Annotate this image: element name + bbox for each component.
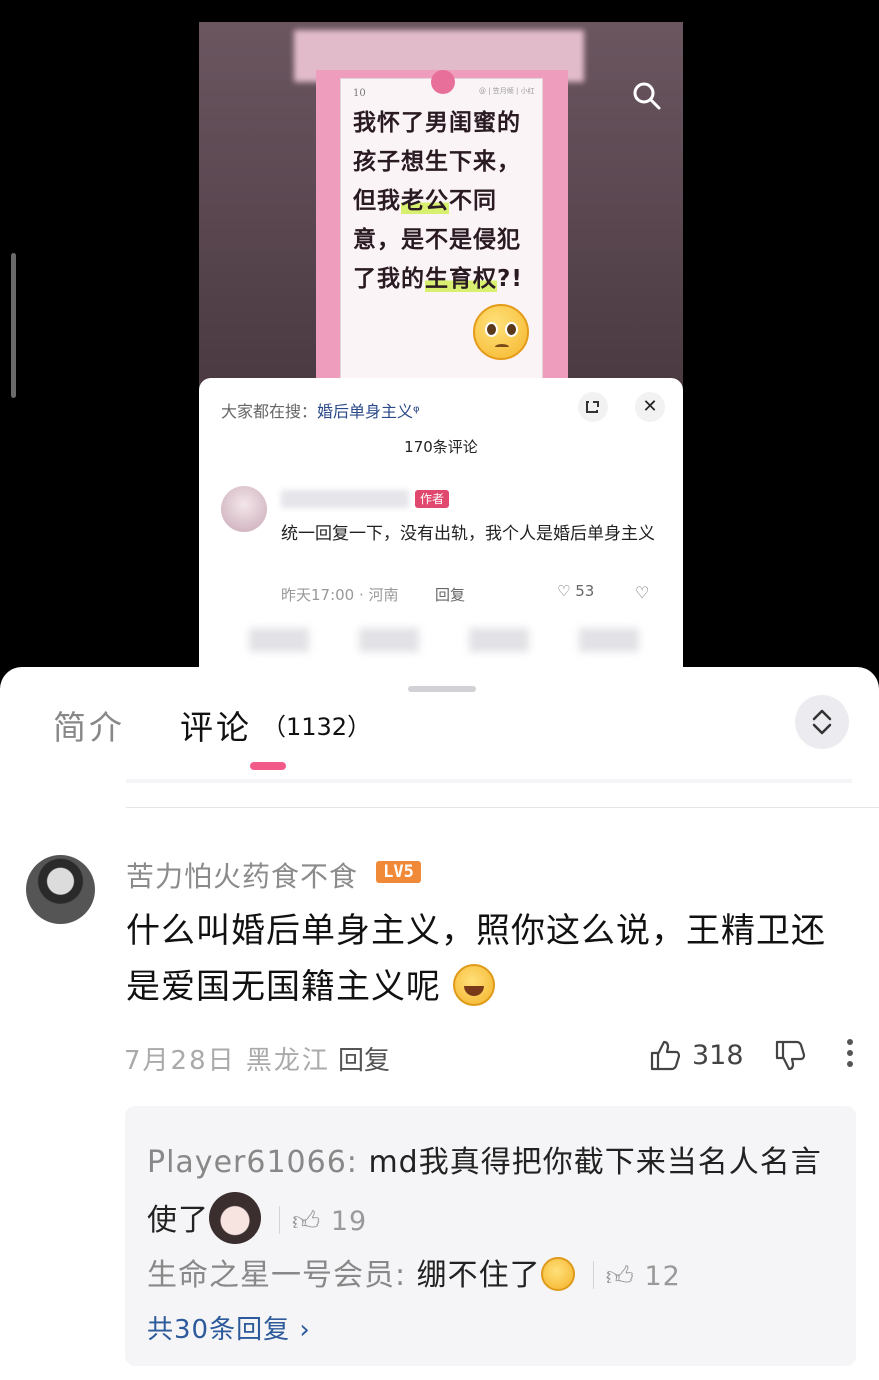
scroll-handle[interactable] xyxy=(11,253,16,398)
rolling-laugh-emoji-icon xyxy=(540,1257,575,1291)
author-badge: 作者 xyxy=(415,490,450,508)
poster-date: 10 xyxy=(353,88,366,99)
tab-comments-count: （1132） xyxy=(262,713,372,741)
avatar[interactable] xyxy=(221,486,267,532)
search-icon[interactable] xyxy=(631,80,663,112)
more-options-icon[interactable] xyxy=(843,1039,857,1071)
divider xyxy=(126,807,879,808)
like-count: 318 xyxy=(692,1040,744,1071)
level-badge: LV5 xyxy=(376,861,421,883)
inner-reply-button[interactable]: 回复 xyxy=(435,584,465,605)
reply-button[interactable]: 回复 xyxy=(338,1040,390,1077)
reply-like-button[interactable]: 👍︎ 12 xyxy=(606,1261,681,1293)
anime-sticker-icon xyxy=(209,1192,261,1244)
drag-handle[interactable] xyxy=(408,686,476,692)
inner-comment-text: 统一回复一下，没有出轨，我个人是婚后单身主义 xyxy=(281,524,655,544)
sheet-comment-count: 170条评论 xyxy=(404,438,478,456)
avatar[interactable] xyxy=(26,855,95,924)
heart-icon: ♡ xyxy=(557,582,571,600)
inner-comment-meta: 昨天17:00 · 河南 xyxy=(281,586,399,604)
laughing-emoji-icon xyxy=(452,964,495,1006)
broken-heart-icon[interactable]: ♡ xyxy=(635,583,649,602)
tab-intro[interactable]: 简介 xyxy=(53,701,125,749)
reply-item[interactable]: 生命之星一号会员: 绷不住了 👍︎ 12 xyxy=(147,1250,681,1294)
comment-text: 什么叫婚后单身主义，照你这么说，王精卫还是爱国无国籍主义呢 xyxy=(126,911,826,1007)
reply-item[interactable]: Player61066: md我真得把你截下来当名人名言使了 👍︎ 19 xyxy=(147,1134,827,1251)
pleading-face-icon xyxy=(473,304,529,360)
comment-sheet: 大家都在搜：婚后单身主义ᵠ ✕ 170条评论 作者 统一回复一下，没有出轨，我个… xyxy=(199,378,683,668)
screen: 10 @ | 笠月倾 | 小红 我怀了男闺蜜的孩子想生下来，但我老公不同意，是不… xyxy=(0,0,879,1380)
poster-meta: @ | 笠月倾 | 小红 xyxy=(479,87,535,95)
view-more-replies-link[interactable]: 共30条回复 › xyxy=(147,1309,311,1346)
thumbs-up-icon[interactable] xyxy=(648,1035,682,1075)
tab-indicator xyxy=(250,762,286,770)
post-image[interactable]: 10 @ | 笠月倾 | 小红 我怀了男闺蜜的孩子想生下来，但我老公不同意，是不… xyxy=(199,22,683,668)
inner-like-button[interactable]: ♡ 53 xyxy=(557,582,594,600)
sort-button[interactable] xyxy=(795,695,849,749)
tab-comments[interactable]: 评论 xyxy=(180,701,252,749)
reply-like-button[interactable]: 👍︎ 19 xyxy=(292,1193,367,1251)
replies-box: Player61066: md我真得把你截下来当名人名言使了 👍︎ 19 生命之星… xyxy=(125,1106,856,1366)
pin-icon xyxy=(431,70,455,94)
blurred-username xyxy=(281,490,409,508)
comments-panel: 简介 评论 （1132） 苦力怕火药食不食 LV5 什么叫婚后单身主义，照你这么… xyxy=(0,667,879,1380)
chevron-up-down-icon xyxy=(812,709,832,735)
thumbs-down-icon[interactable] xyxy=(773,1037,807,1075)
expand-button[interactable] xyxy=(578,392,608,422)
chevron-right-icon: › xyxy=(299,1315,311,1345)
search-small-icon: ᵠ xyxy=(413,402,420,421)
poster-headline: 我怀了男闺蜜的孩子想生下来，但我老公不同意，是不是侵犯了我的生育权?! xyxy=(353,110,523,292)
hot-search[interactable]: 大家都在搜：婚后单身主义ᵠ xyxy=(221,398,420,422)
comment-username[interactable]: 苦力怕火药食不食 xyxy=(126,855,358,895)
close-button[interactable]: ✕ xyxy=(635,392,665,422)
blurred-comment xyxy=(249,628,679,652)
comment-date-location: 7月28日 黑龙江 xyxy=(124,1046,330,1076)
